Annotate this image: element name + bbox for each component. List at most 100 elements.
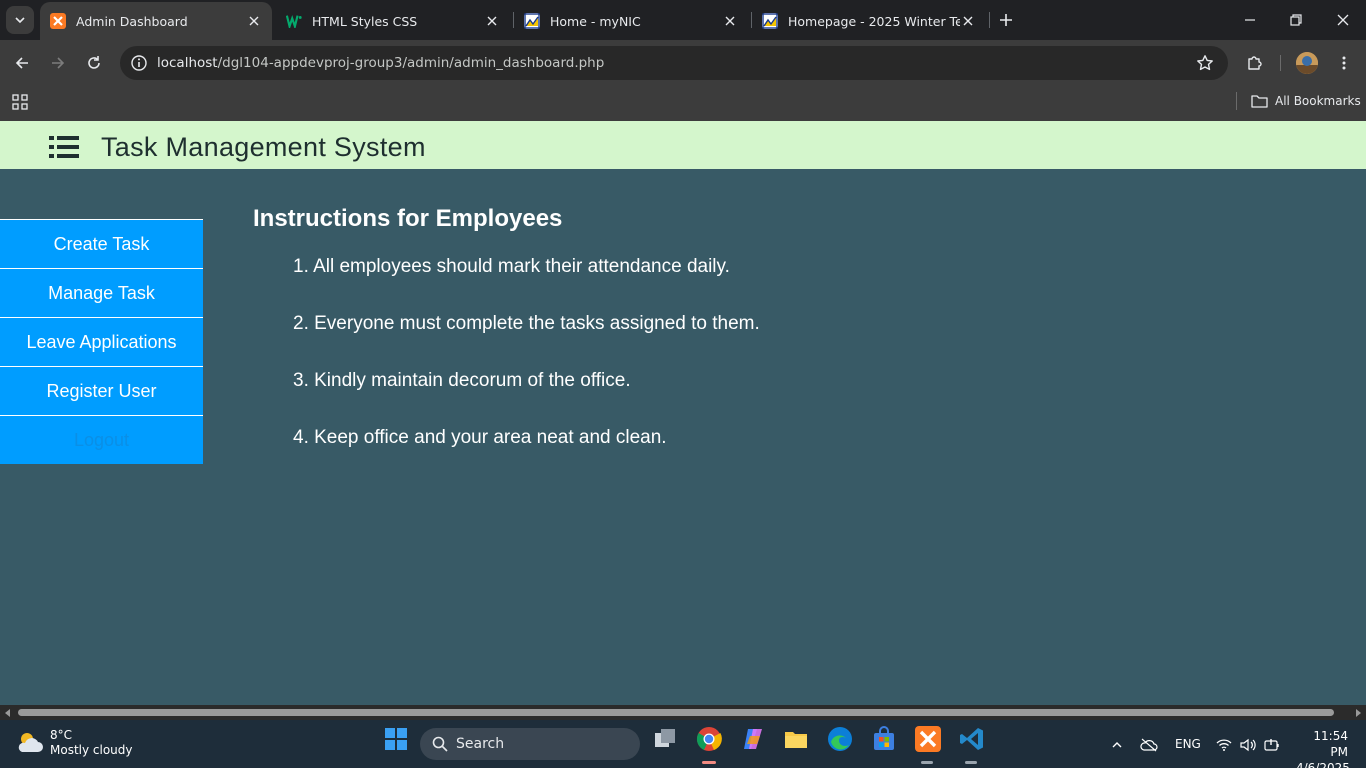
close-window-button[interactable] [1333, 10, 1353, 30]
extensions-button[interactable] [1243, 51, 1267, 75]
scrollbar-thumb[interactable] [18, 709, 1334, 716]
sidebar-item-manage-task[interactable]: Manage Task [0, 268, 203, 317]
bookmark-star-icon[interactable] [1196, 54, 1214, 72]
xampp-icon [50, 13, 66, 29]
tab-title: Admin Dashboard [76, 13, 188, 29]
chrome-active-indicator [702, 761, 716, 764]
arrow-left-icon [15, 57, 28, 69]
horizontal-scrollbar[interactable] [0, 705, 1366, 720]
back-button[interactable] [10, 51, 34, 75]
folder-icon [1251, 95, 1268, 108]
tab-winter-term[interactable]: Homepage - 2025 Winter Term [752, 2, 986, 40]
mynic-icon [762, 13, 778, 29]
sidebar-item-register-user[interactable]: Register User [0, 366, 203, 415]
chevron-down-icon [15, 17, 25, 24]
mynic-icon [524, 13, 540, 29]
list-item: 1. All employees should mark their atten… [293, 256, 730, 277]
close-icon [1337, 14, 1349, 26]
xampp-icon[interactable] [915, 726, 941, 752]
list-item: 3. Kindly maintain decorum of the office… [293, 370, 631, 391]
close-tab-icon[interactable] [246, 13, 262, 29]
tab-title: Homepage - 2025 Winter Term [788, 13, 960, 29]
scroll-right-icon[interactable] [1353, 708, 1363, 718]
tab-separator [989, 12, 990, 28]
close-tab-icon[interactable] [722, 13, 738, 29]
copilot-icon[interactable] [740, 726, 766, 752]
microsoft-store-icon[interactable] [871, 726, 897, 752]
clock-time: 11:54 PM [1313, 729, 1348, 759]
sidebar-item-create-task[interactable]: Create Task [0, 219, 203, 268]
tab-title: HTML Styles CSS [312, 13, 418, 29]
windows-taskbar: 8°C Mostly cloudy Search ENG 11:54 PM 4/… [0, 720, 1366, 768]
arrow-right-icon [52, 57, 65, 69]
instructions-list: 1. All employees should mark their atten… [253, 257, 760, 448]
browser-menu-button[interactable] [1332, 51, 1356, 75]
language-indicator[interactable]: ENG [1175, 737, 1201, 751]
bookmarks-separator [1236, 92, 1237, 110]
url-path: /dgl104-appdevproj-group3/admin/admin_da… [217, 55, 605, 71]
taskbar-search-label: Search [456, 736, 505, 752]
reload-button[interactable] [82, 51, 106, 75]
taskbar-search[interactable]: Search [420, 728, 640, 760]
file-explorer-icon[interactable] [783, 726, 809, 752]
list-menu-icon[interactable] [49, 135, 79, 159]
tab-admin-dashboard[interactable]: Admin Dashboard [40, 2, 272, 40]
all-bookmarks-button[interactable]: All Bookmarks [1251, 92, 1361, 110]
tab-html-styles[interactable]: HTML Styles CSS [276, 2, 510, 40]
browser-toolbar: localhost/dgl104-appdevproj-group3/admin… [0, 40, 1366, 86]
list-item: 2. Everyone must complete the tasks assi… [293, 313, 760, 334]
forward-button[interactable] [46, 51, 70, 75]
site-info-icon[interactable] [130, 54, 148, 72]
page-viewport: Task Management System Create Task Manag… [0, 121, 1366, 705]
instructions-heading: Instructions for Employees [253, 205, 563, 232]
apps-grid-icon[interactable] [11, 93, 29, 111]
new-tab-button[interactable] [996, 10, 1016, 30]
restore-button[interactable] [1286, 10, 1306, 30]
clock-date: 4/6/2025 [1296, 761, 1350, 768]
all-bookmarks-label: All Bookmarks [1275, 94, 1361, 108]
toolbar-separator [1280, 55, 1281, 71]
site-title: Task Management System [101, 132, 426, 162]
minimize-button[interactable] [1240, 10, 1260, 30]
vscode-icon[interactable] [959, 726, 985, 752]
onedrive-offline-icon[interactable] [1140, 736, 1158, 754]
plus-icon [1000, 14, 1012, 26]
url-host: localhost [157, 55, 218, 71]
windows-start-icon[interactable] [383, 726, 409, 752]
weather-temp: 8°C [50, 728, 73, 742]
show-hidden-icons-button[interactable] [1108, 736, 1126, 754]
wifi-icon[interactable] [1215, 736, 1233, 754]
address-bar[interactable]: localhost/dgl104-appdevproj-group3/admin… [120, 46, 1228, 80]
taskbar-clock[interactable]: 11:54 PM 4/6/2025 [1296, 728, 1350, 768]
site-header: Task Management System [0, 121, 1366, 169]
instructions-section: Instructions for Employees 1. All employ… [253, 205, 760, 485]
weather-desc: Mostly cloudy [50, 743, 133, 757]
battery-icon[interactable] [1263, 736, 1281, 754]
close-tab-icon[interactable] [960, 13, 976, 29]
tab-search-button[interactable] [6, 6, 34, 34]
bookmarks-bar: All Bookmarks [0, 86, 1366, 121]
w3schools-icon [286, 13, 302, 29]
close-tab-icon[interactable] [484, 13, 500, 29]
weather-widget[interactable]: 8°C Mostly cloudy [16, 728, 133, 758]
admin-sidebar: Create Task Manage Task Leave Applicatio… [0, 219, 203, 464]
xampp-active-indicator [921, 761, 933, 764]
sidebar-item-logout[interactable]: Logout [0, 415, 203, 464]
list-item: 4. Keep office and your area neat and cl… [293, 427, 667, 448]
volume-icon[interactable] [1239, 736, 1257, 754]
task-view-icon[interactable] [652, 726, 678, 752]
search-icon [432, 736, 448, 752]
vscode-active-indicator [965, 761, 977, 764]
scroll-left-icon[interactable] [3, 708, 13, 718]
tab-mynic-home[interactable]: Home - myNIC [514, 2, 748, 40]
edge-icon[interactable] [827, 726, 853, 752]
profile-avatar[interactable] [1296, 52, 1318, 74]
url-text[interactable]: localhost/dgl104-appdevproj-group3/admin… [157, 55, 604, 71]
reload-icon [88, 56, 100, 69]
restore-icon [1290, 14, 1302, 26]
minimize-icon [1245, 19, 1255, 21]
sidebar-item-leave-applications[interactable]: Leave Applications [0, 317, 203, 366]
chrome-icon[interactable] [696, 726, 722, 752]
cloudy-weather-icon [18, 733, 43, 752]
tab-title: Home - myNIC [550, 13, 641, 29]
